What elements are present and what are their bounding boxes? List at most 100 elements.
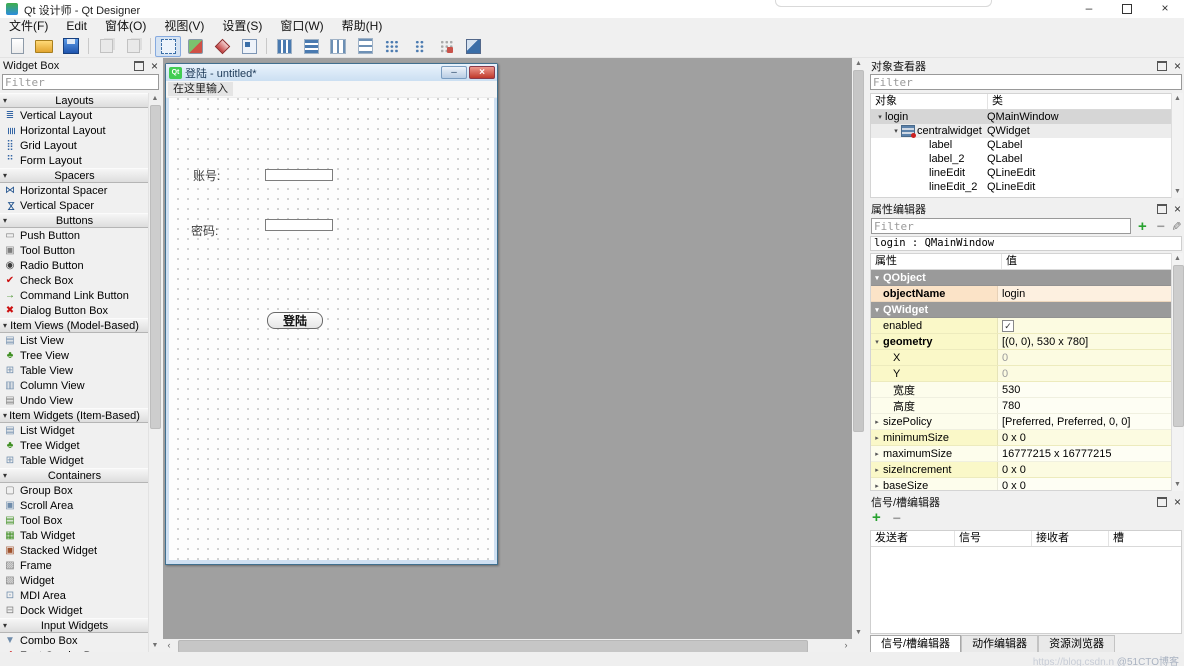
widget-box-item-form-layout[interactable]: ⠛ Form Layout xyxy=(0,153,149,168)
widget-box-item-check-box[interactable]: ✔ Check Box xyxy=(0,273,149,288)
menu-item[interactable]: 视图(V) xyxy=(155,18,213,35)
menu-item[interactable]: Edit xyxy=(57,18,96,35)
widget-box-category-input-widgets[interactable]: ▾ Input Widgets xyxy=(0,618,149,633)
property-row-maximumsize[interactable]: ▸ maximumSize 16777215 x 16777215 xyxy=(871,446,1171,462)
widget-box-item-combo-box[interactable]: ▼ Combo Box xyxy=(0,633,149,648)
layout-form-button[interactable] xyxy=(406,36,432,57)
object-row-lineedit-2[interactable]: lineEdit_2 QLineEdit xyxy=(871,180,1171,194)
widget-box-item-push-button[interactable]: ▭ Push Button xyxy=(0,228,149,243)
widget-box-item-vertical-spacer[interactable]: ⋈ Vertical Spacer xyxy=(0,198,149,213)
scroll-right-icon[interactable]: › xyxy=(840,639,852,652)
break-layout-button[interactable] xyxy=(433,36,459,57)
configure-icon[interactable]: ✎ xyxy=(1169,221,1183,231)
object-inspector-scrollbar[interactable]: ▲ ▼ xyxy=(1171,93,1183,198)
copy-button[interactable] xyxy=(93,36,119,57)
property-table-column-headers[interactable]: 属性 值 xyxy=(871,254,1171,270)
property-row-y[interactable]: Y 0 xyxy=(871,366,1171,382)
edit-tab-order-button[interactable] xyxy=(236,36,262,57)
object-row-lineedit[interactable]: lineEdit QLineEdit xyxy=(871,166,1171,180)
widget-box-item-undo-view[interactable]: ▤ Undo View xyxy=(0,393,149,408)
layout-grid-button[interactable] xyxy=(379,36,405,57)
widget-box-category-containers[interactable]: ▾ Containers xyxy=(0,468,149,483)
tab-signal-slot-editor[interactable]: 信号/槽编辑器 xyxy=(870,635,962,652)
widget-box-item-grid-layout[interactable]: ⣿ Grid Layout xyxy=(0,138,149,153)
close-panel-icon[interactable]: × xyxy=(1174,496,1181,508)
add-dynamic-property-icon[interactable]: + xyxy=(1138,219,1147,234)
object-row-label[interactable]: label QLabel xyxy=(871,138,1171,152)
form-minimize-button[interactable]: – xyxy=(441,66,467,79)
scrollbar-thumb[interactable] xyxy=(150,105,161,429)
scroll-down-icon[interactable]: ▼ xyxy=(149,640,161,652)
property-row-width[interactable]: 宽度 530 xyxy=(871,382,1171,398)
layout-horizontal-splitter-button[interactable] xyxy=(325,36,351,57)
property-row-minimumsize[interactable]: ▸ minimumSize 0 x 0 xyxy=(871,430,1171,446)
connections-column-headers[interactable]: 发送者 信号 接收者槽 xyxy=(871,531,1181,547)
form-title-bar[interactable]: Qt 登陆 - untitled* – × xyxy=(166,64,497,81)
password-label[interactable]: 密码: xyxy=(191,222,218,239)
widget-box-category-buttons[interactable]: ▾ Buttons xyxy=(0,213,149,228)
property-group-qwidget[interactable]: ▾ QWidget xyxy=(871,302,1171,318)
widget-box-item-tool-button[interactable]: ▣ Tool Button xyxy=(0,243,149,258)
column-header-value[interactable]: 值 xyxy=(1002,254,1017,269)
widget-box-item-tab-widget[interactable]: ▦ Tab Widget xyxy=(0,528,149,543)
paste-button[interactable] xyxy=(120,36,146,57)
menu-item[interactable]: 窗口(W) xyxy=(271,18,332,35)
object-tree-column-headers[interactable]: 对象 类 xyxy=(871,94,1171,110)
widget-box-item-horizontal-spacer[interactable]: ⋈ Horizontal Spacer xyxy=(0,183,149,198)
float-panel-icon[interactable] xyxy=(1156,496,1167,507)
property-group-qobject[interactable]: ▾ QObject xyxy=(871,270,1171,286)
menu-item[interactable]: 窗体(O) xyxy=(96,18,155,35)
edit-widgets-button[interactable] xyxy=(155,35,181,57)
scrollbar-thumb[interactable] xyxy=(1173,265,1184,427)
widget-box-item-radio-button[interactable]: ◉ Radio Button xyxy=(0,258,149,273)
property-row-height[interactable]: 高度 780 xyxy=(871,398,1171,414)
widget-box-item-horizontal-layout[interactable]: ≣ Horizontal Layout xyxy=(0,123,149,138)
column-header[interactable]: 发送者 xyxy=(871,531,955,546)
edit-buddies-button[interactable] xyxy=(209,36,235,57)
add-connection-icon[interactable]: + xyxy=(872,510,881,525)
close-panel-icon[interactable]: × xyxy=(151,60,158,72)
login-button[interactable]: 登陆 xyxy=(267,312,323,329)
form-menu-placeholder[interactable]: 在这里输入 xyxy=(168,82,233,96)
property-row-x[interactable]: X 0 xyxy=(871,350,1171,366)
property-row-objectname[interactable]: objectName login xyxy=(871,286,1171,302)
property-row-basesize[interactable]: ▸ baseSize 0 x 0 xyxy=(871,478,1171,490)
widget-box-item-tool-box[interactable]: ▤ Tool Box xyxy=(0,513,149,528)
maximize-button[interactable] xyxy=(1108,0,1146,18)
column-header-object[interactable]: 对象 xyxy=(871,94,988,109)
remove-connection-icon[interactable]: − xyxy=(893,510,901,526)
object-inspector-filter-input[interactable] xyxy=(870,74,1182,90)
edit-signals-slots-button[interactable] xyxy=(182,36,208,57)
float-panel-icon[interactable] xyxy=(1156,203,1167,214)
widget-box-category-item-views[interactable]: ▾ Item Views (Model-Based) xyxy=(0,318,149,333)
form-close-button[interactable]: × xyxy=(469,66,495,79)
open-form-button[interactable] xyxy=(31,36,57,57)
widget-box-item-table-widget[interactable]: ⊞ Table Widget xyxy=(0,453,149,468)
scroll-down-icon[interactable]: ▼ xyxy=(1172,186,1183,198)
scroll-up-icon[interactable]: ▲ xyxy=(149,93,161,105)
widget-box-item-mdi-area[interactable]: ⊡ MDI Area xyxy=(0,588,149,603)
widget-box-item-tree-widget[interactable]: ♣ Tree Widget xyxy=(0,438,149,453)
password-line-edit[interactable] xyxy=(265,219,333,231)
mdi-vertical-scrollbar[interactable]: ▲ ▼ xyxy=(852,58,865,639)
widget-box-category-item-widgets[interactable]: ▾ Item Widgets (Item-Based) xyxy=(0,408,149,423)
adjust-size-button[interactable] xyxy=(460,36,486,57)
save-form-button[interactable] xyxy=(58,36,84,57)
widget-box-item-dialog-button-box[interactable]: ✖ Dialog Button Box xyxy=(0,303,149,318)
widget-box-item-scroll-area[interactable]: ▣ Scroll Area xyxy=(0,498,149,513)
widget-box-item-list-widget[interactable]: ▤ List Widget xyxy=(0,423,149,438)
scroll-down-icon[interactable]: ▼ xyxy=(1172,479,1183,491)
object-row-login[interactable]: ▾ login QMainWindow xyxy=(871,110,1171,124)
widget-box-item-list-view[interactable]: ▤ List View xyxy=(0,333,149,348)
widget-box-item-group-box[interactable]: ▢ Group Box xyxy=(0,483,149,498)
layout-horizontally-button[interactable] xyxy=(271,36,297,57)
account-label[interactable]: 账号: xyxy=(193,167,220,184)
widget-box-item-frame[interactable]: ▨ Frame xyxy=(0,558,149,573)
object-row-label-2[interactable]: label_2 QLabel xyxy=(871,152,1171,166)
widget-box-category-layouts[interactable]: ▾ Layouts xyxy=(0,93,149,108)
widget-box-item-column-view[interactable]: ▥ Column View xyxy=(0,378,149,393)
scroll-up-icon[interactable]: ▲ xyxy=(1172,93,1183,105)
scroll-left-icon[interactable]: ‹ xyxy=(163,639,175,652)
property-row-enabled[interactable]: enabled ✓ xyxy=(871,318,1171,334)
column-header-class[interactable]: 类 xyxy=(988,94,1003,109)
